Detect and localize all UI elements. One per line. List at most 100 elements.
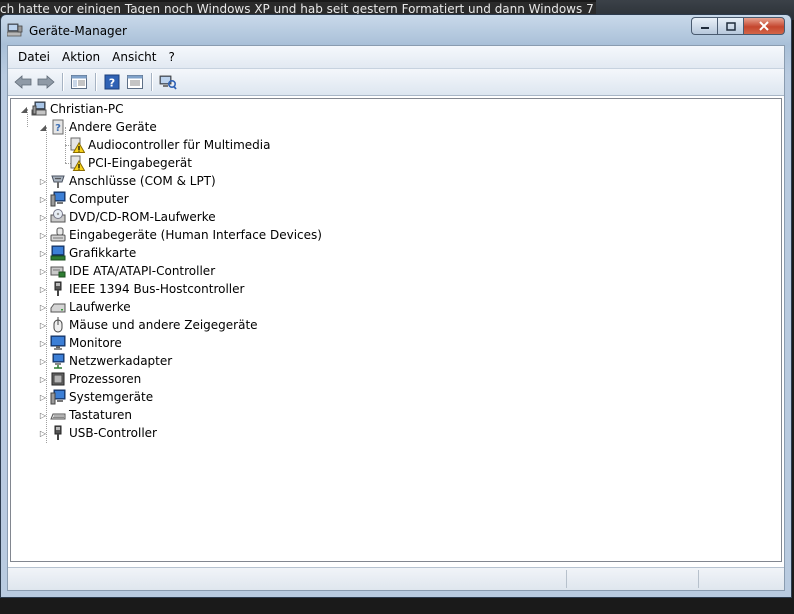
tree-item-label: Mäuse und andere Zeigegeräte xyxy=(69,318,258,332)
tree-item-pci-eingabegeraet[interactable]: PCI-Eingabegerät xyxy=(67,154,192,172)
status-bar-pane xyxy=(566,570,697,588)
minimize-icon xyxy=(700,27,709,29)
system-device-icon xyxy=(50,389,66,405)
maximize-button[interactable] xyxy=(717,17,743,35)
tree-item-label: IDE ATA/ATAPI-Controller xyxy=(69,264,216,278)
tree-item-monitore[interactable]: ▷ Monitore xyxy=(38,334,122,352)
expand-toggle[interactable]: ▷ xyxy=(38,208,48,226)
menu-datei[interactable]: Datei xyxy=(12,46,56,68)
title-bar[interactable]: Geräte-Manager xyxy=(1,15,791,45)
tree-item-label: IEEE 1394 Bus-Hostcontroller xyxy=(69,282,245,296)
show-hide-console-tree-icon xyxy=(71,75,87,89)
close-button[interactable] xyxy=(743,17,785,35)
unknown-device-icon: ? xyxy=(52,119,64,135)
svg-text:?: ? xyxy=(109,77,115,90)
expand-toggle[interactable]: ◢ xyxy=(38,118,48,136)
help-icon: ? xyxy=(104,74,120,90)
expand-toggle[interactable]: ▷ xyxy=(38,424,48,442)
tree-item-audiocontroller[interactable]: Audiocontroller für Multimedia xyxy=(67,136,270,154)
menu-ansicht[interactable]: Ansicht xyxy=(106,46,162,68)
dvd-drive-icon xyxy=(50,209,66,223)
tree-item-label: Audiocontroller für Multimedia xyxy=(88,138,271,152)
menu-bar: Datei Aktion Ansicht ? xyxy=(8,46,784,69)
maximize-icon xyxy=(725,21,736,31)
client-area: Datei Aktion Ansicht ? ? ◢ Christian-PC … xyxy=(7,45,785,591)
tree-item-laufwerke[interactable]: ▷ Laufwerke xyxy=(38,298,131,316)
expand-toggle[interactable]: ▷ xyxy=(38,262,48,280)
tree-item-label: Computer xyxy=(69,192,129,206)
tree-item-label: USB-Controller xyxy=(69,426,157,440)
properties-button[interactable] xyxy=(124,71,146,93)
warning-device-icon xyxy=(70,137,85,153)
scan-hardware-button[interactable] xyxy=(157,71,179,93)
back-arrow-icon xyxy=(14,75,32,89)
tree-item-ieee1394[interactable]: ▷ IEEE 1394 Bus-Hostcontroller xyxy=(38,280,244,298)
tree-item-hid[interactable]: ▷ Eingabegeräte (Human Interface Devices) xyxy=(38,226,322,244)
tree-item-maeuse[interactable]: ▷ Mäuse und andere Zeigegeräte xyxy=(38,316,258,334)
toolbar: ? xyxy=(8,69,784,96)
display-adapter-icon xyxy=(50,245,66,261)
firewire-icon xyxy=(54,281,62,296)
tree-item-label: Tastaturen xyxy=(69,408,132,422)
tree-item-netzwerkadapter[interactable]: ▷ Netzwerkadapter xyxy=(38,352,172,370)
tree-item-dvd[interactable]: ▷ DVD/CD-ROM-Laufwerke xyxy=(38,208,216,226)
tree-item-grafikkarte[interactable]: ▷ Grafikkarte xyxy=(38,244,136,262)
help-button[interactable]: ? xyxy=(101,71,123,93)
expand-toggle[interactable]: ▷ xyxy=(38,334,48,352)
tree-item-anschluesse[interactable]: ▷ Anschlüsse (COM & LPT) xyxy=(38,172,216,190)
status-bar xyxy=(8,567,784,590)
keyboard-icon xyxy=(50,413,66,420)
window-title: Geräte-Manager xyxy=(29,24,127,38)
expand-toggle[interactable]: ◢ xyxy=(19,100,29,118)
monitor-icon xyxy=(50,335,66,350)
disk-drive-icon xyxy=(50,303,66,313)
port-icon xyxy=(51,175,65,188)
expand-toggle[interactable]: ▷ xyxy=(38,226,48,244)
usb-icon xyxy=(54,425,62,440)
minimize-button[interactable] xyxy=(691,17,717,35)
toolbar-separator xyxy=(95,73,97,91)
device-tree: ◢ Christian-PC ◢ ? Andere Geräte Audioco… xyxy=(10,98,782,562)
ide-controller-icon xyxy=(50,266,66,278)
tree-item-label: Prozessoren xyxy=(69,372,142,386)
computer-icon xyxy=(50,191,66,207)
expand-toggle[interactable]: ▷ xyxy=(38,388,48,406)
tree-item-label: Monitore xyxy=(69,336,122,350)
expand-toggle[interactable]: ▷ xyxy=(38,280,48,298)
forward-button[interactable] xyxy=(35,71,57,93)
tree-item-prozessoren[interactable]: ▷ Prozessoren xyxy=(38,370,141,388)
expand-toggle[interactable]: ▷ xyxy=(38,172,48,190)
close-icon xyxy=(759,21,769,31)
expand-toggle[interactable]: ▷ xyxy=(38,298,48,316)
properties-icon xyxy=(127,75,143,89)
menu-aktion[interactable]: Aktion xyxy=(56,46,106,68)
device-manager-window: Geräte-Manager Datei Aktion Ansicht ? ? … xyxy=(0,14,792,598)
status-bar-pane xyxy=(698,570,787,588)
tree-item-tastaturen[interactable]: ▷ Tastaturen xyxy=(38,406,132,424)
tree-root[interactable]: ◢ Christian-PC xyxy=(19,100,123,118)
tree-item-label: Laufwerke xyxy=(69,300,131,314)
tree-item-computer[interactable]: ▷ Computer xyxy=(38,190,129,208)
tree-item-label: Systemgeräte xyxy=(69,390,154,404)
forward-arrow-icon xyxy=(37,75,55,89)
tree-item-label: Netzwerkadapter xyxy=(69,354,173,368)
tree-item-label: Andere Geräte xyxy=(69,120,157,134)
menu-help[interactable]: ? xyxy=(162,46,180,68)
show-hide-tree-button[interactable] xyxy=(68,71,90,93)
expand-toggle[interactable]: ▷ xyxy=(38,316,48,334)
expand-toggle[interactable]: ▷ xyxy=(38,370,48,388)
toolbar-separator xyxy=(62,73,64,91)
expand-toggle[interactable]: ▷ xyxy=(38,190,48,208)
tree-item-andere-geraete[interactable]: ◢ ? Andere Geräte xyxy=(38,118,157,136)
expand-toggle[interactable]: ▷ xyxy=(38,244,48,262)
tree-item-ide[interactable]: ▷ IDE ATA/ATAPI-Controller xyxy=(38,262,215,280)
tree-item-systemgeraete[interactable]: ▷ Systemgeräte xyxy=(38,388,153,406)
toolbar-separator xyxy=(151,73,153,91)
tree-item-usb[interactable]: ▷ USB-Controller xyxy=(38,424,157,442)
tree-item-label: DVD/CD-ROM-Laufwerke xyxy=(69,210,216,224)
expand-toggle[interactable]: ▷ xyxy=(38,406,48,424)
expand-toggle[interactable]: ▷ xyxy=(38,352,48,370)
device-manager-icon xyxy=(7,23,23,37)
back-button[interactable] xyxy=(12,71,34,93)
processor-icon xyxy=(51,372,65,386)
